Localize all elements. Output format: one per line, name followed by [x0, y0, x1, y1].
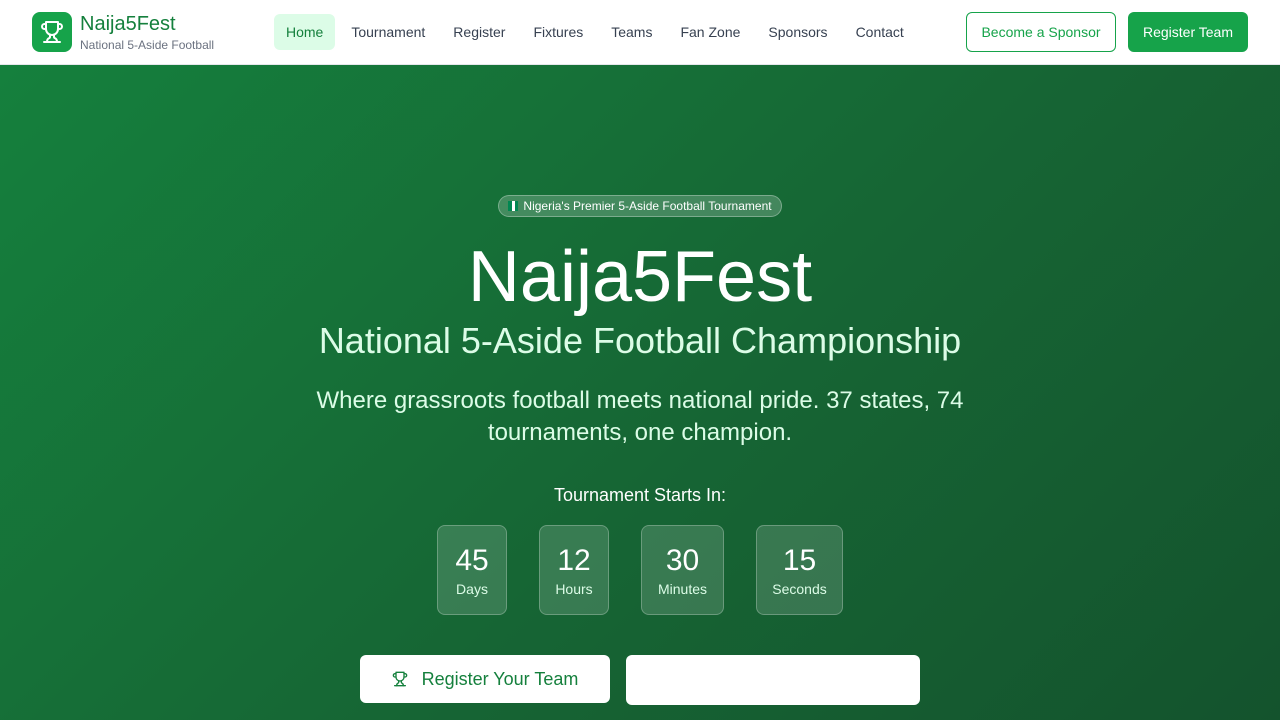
hero-badge: Nigeria's Premier 5-Aside Football Tourn…: [498, 195, 782, 217]
brand-name: Naija5Fest: [80, 13, 176, 35]
nav-item-home[interactable]: Home: [274, 14, 336, 50]
main-nav: Home Tournament Register Fixtures Teams …: [274, 14, 920, 50]
become-sponsor-button[interactable]: Become a Sponsor: [966, 12, 1116, 52]
countdown-value: 30: [665, 544, 700, 577]
nav-item-teams[interactable]: Teams: [599, 14, 664, 50]
trophy-icon: [32, 12, 72, 52]
nav-item-register[interactable]: Register: [441, 14, 517, 50]
countdown-days: 45 Days: [437, 525, 507, 615]
countdown-value: 15: [782, 544, 817, 577]
nav-item-tournament[interactable]: Tournament: [339, 14, 437, 50]
countdown-unit: Hours: [555, 581, 593, 597]
hero-description: Where grassroots football meets national…: [316, 387, 964, 446]
secondary-cta-button[interactable]: [626, 655, 920, 705]
countdown-value: 12: [557, 544, 591, 577]
countdown-value: 45: [455, 544, 489, 577]
countdown-label: Tournament Starts In:: [553, 485, 727, 505]
countdown-unit: Days: [456, 581, 488, 597]
brand[interactable]: Naija5Fest National 5-Aside Football: [32, 12, 214, 52]
hero-section: Nigeria's Premier 5-Aside Football Tourn…: [0, 65, 1280, 720]
countdown-hours: 12 Hours: [539, 525, 609, 615]
brand-tagline: National 5-Aside Football: [80, 38, 215, 52]
nav-item-fixtures[interactable]: Fixtures: [521, 14, 595, 50]
hero-badge-text: Nigeria's Premier 5-Aside Football Tourn…: [523, 199, 772, 213]
countdown-seconds: 15 Seconds: [756, 525, 843, 615]
countdown-minutes: 30 Minutes: [641, 525, 724, 615]
nav-item-contact[interactable]: Contact: [844, 14, 916, 50]
register-your-team-button[interactable]: Register Your Team: [360, 655, 610, 703]
hero-subtitle: National 5-Aside Football Championship: [318, 320, 962, 361]
nav-item-fan-zone[interactable]: Fan Zone: [668, 14, 752, 50]
countdown-unit: Minutes: [657, 581, 708, 597]
register-team-button[interactable]: Register Team: [1128, 12, 1248, 52]
nav-item-sponsors[interactable]: Sponsors: [756, 14, 839, 50]
hero-title: Naija5Fest: [467, 237, 813, 317]
countdown-unit: Seconds: [772, 581, 827, 597]
trophy-icon: [392, 671, 408, 687]
register-your-team-label: Register Your Team: [421, 668, 579, 689]
nigeria-flag-icon: [508, 201, 519, 211]
top-navbar: Naija5Fest National 5-Aside Football Hom…: [0, 0, 1280, 65]
